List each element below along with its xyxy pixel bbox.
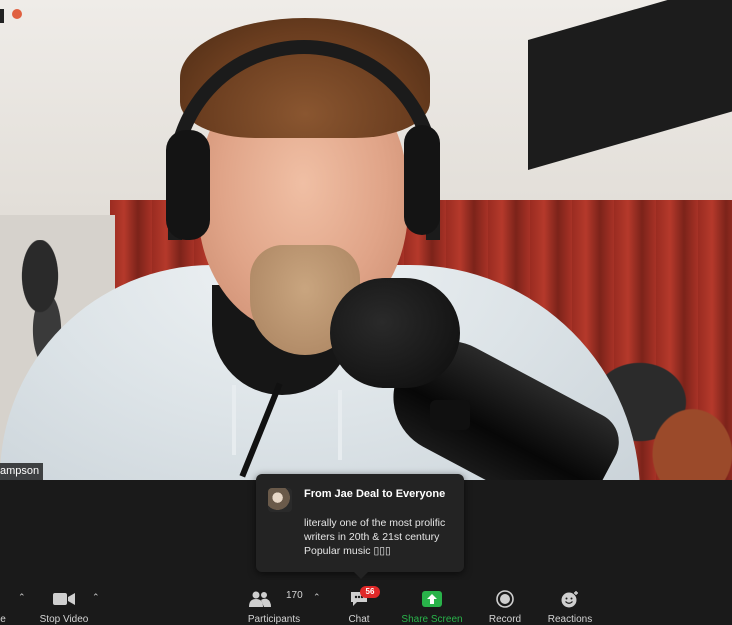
mute-label: e [0, 614, 6, 625]
chat-message: literally one of the most prolific write… [304, 517, 446, 557]
chat-unread-badge: 56 [360, 586, 380, 598]
share-screen-icon [422, 588, 442, 610]
participants-options-chevron-icon[interactable]: ⌃ [313, 592, 321, 603]
video-options-chevron-icon[interactable]: ⌃ [92, 592, 100, 603]
recording-dot-icon [12, 9, 22, 19]
headphones-left-cup [166, 130, 210, 240]
microphone-head [330, 278, 460, 388]
record-icon [496, 588, 514, 610]
share-screen-label: Share Screen [401, 614, 463, 625]
participants-label: Participants [247, 614, 301, 625]
hoodie-string-right [338, 390, 342, 460]
speaker-video: ampson [0, 0, 732, 480]
mute-button[interactable]: e [0, 580, 10, 625]
window-corner-icon [0, 9, 4, 23]
stop-video-label: Stop Video [39, 614, 89, 625]
share-screen-button[interactable]: Share Screen [401, 580, 463, 625]
chat-label: Chat [348, 614, 370, 625]
headphones-right-cup [404, 125, 440, 235]
record-label: Record [488, 614, 522, 625]
participants-count: 170 [286, 590, 303, 601]
reactions-button[interactable]: Reactions [546, 580, 594, 625]
zoom-meeting-window: ampson From Jae Deal to Everyone literal… [0, 0, 732, 625]
audio-options-chevron-icon[interactable]: ⌃ [18, 592, 26, 603]
stop-video-button[interactable]: Stop Video [36, 580, 92, 625]
participants-icon [249, 588, 271, 610]
video-camera-icon [53, 588, 75, 610]
reactions-smiley-icon [560, 588, 580, 610]
chat-notification-popup[interactable]: From Jae Deal to Everyone literally one … [256, 474, 464, 579]
microphone-mount [430, 400, 470, 430]
reactions-label: Reactions [547, 614, 593, 625]
record-button[interactable]: Record [486, 580, 524, 625]
participants-button[interactable]: Participants [244, 580, 304, 625]
meeting-toolbar: e ⌃ Stop Video ⌃ Participants 170 ⌃ Chat… [0, 580, 732, 625]
chat-sender: From Jae Deal to Everyone [304, 488, 446, 500]
hoodie-string-left [232, 385, 236, 455]
sender-avatar [268, 488, 292, 512]
participant-name-tag: ampson [0, 463, 44, 480]
